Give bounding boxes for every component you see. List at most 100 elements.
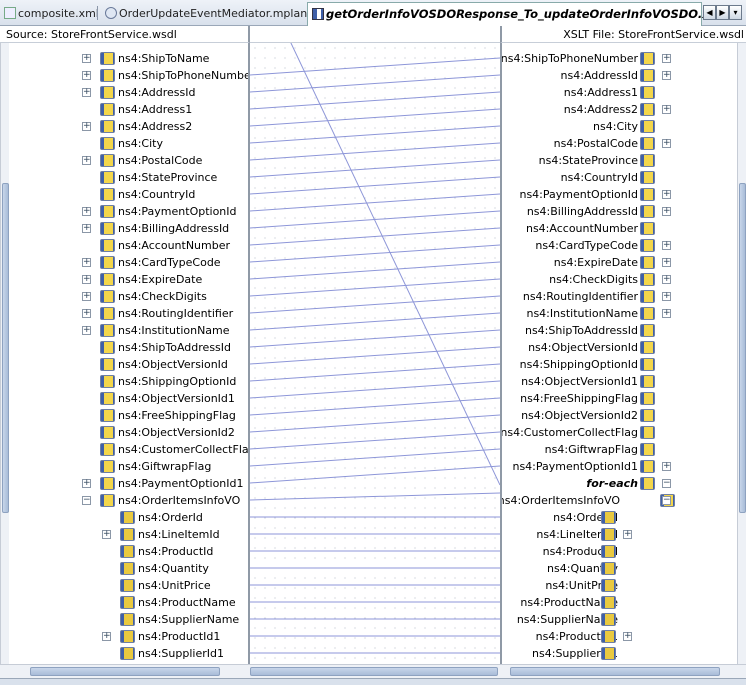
expand-icon[interactable]: +	[82, 122, 91, 131]
expand-icon[interactable]: +	[662, 275, 671, 284]
source-tree-row[interactable]: ns4:City	[0, 135, 248, 152]
source-tree-row[interactable]: + ns4:ShipToPhoneNumber	[0, 67, 248, 84]
target-tree-row[interactable]: ns4:Quantity	[502, 560, 738, 577]
target-tree-row[interactable]: ns4:AccountNumber	[502, 220, 738, 237]
collapse-icon[interactable]: −	[662, 479, 671, 488]
source-tree-row[interactable]: + ns4:InstitutionName	[0, 322, 248, 339]
source-tree-row[interactable]: ns4:ProductId	[0, 543, 248, 560]
source-tree-row[interactable]: ns4:CustomerCollectFlag	[0, 441, 248, 458]
target-tree-row[interactable]: ns4:CountryId	[502, 169, 738, 186]
target-tree-row[interactable]: ns4:Address1	[502, 84, 738, 101]
source-tree-row[interactable]: + ns4:BillingAddressId	[0, 220, 248, 237]
expand-icon[interactable]: +	[662, 190, 671, 199]
expand-icon[interactable]: +	[82, 71, 91, 80]
target-tree-row[interactable]: ns4:Address2 +	[502, 101, 738, 118]
target-tree-row[interactable]: ns4:LineItemId +	[502, 526, 738, 543]
source-tree-row[interactable]: + ns4:LineItemId	[0, 526, 248, 543]
collapse-icon[interactable]: −	[82, 496, 91, 505]
source-horizontal-scrollbar[interactable]	[0, 664, 250, 678]
target-tree-row[interactable]: ns4:ProductId1 +	[502, 628, 738, 645]
expand-icon[interactable]: +	[82, 258, 91, 267]
target-tree-row[interactable]: ns4:OrderId	[502, 509, 738, 526]
source-tree-row[interactable]: ns4:ObjectVersionId	[0, 356, 248, 373]
expand-icon[interactable]: +	[623, 530, 632, 539]
source-tree-row[interactable]: + ns4:AddressId	[0, 84, 248, 101]
source-tree-row[interactable]: ns4:ProductName	[0, 594, 248, 611]
target-tree-row[interactable]: ns4:FreeShippingFlag	[502, 390, 738, 407]
target-tree-row[interactable]: ns4:ShippingOptionId	[502, 356, 738, 373]
source-tree-row[interactable]: ns4:AccountNumber	[0, 237, 248, 254]
expand-icon[interactable]: +	[662, 462, 671, 471]
source-tree-row[interactable]: ns4:UnitPrice	[0, 577, 248, 594]
target-tree-row[interactable]: ns4:ObjectVersionId	[502, 339, 738, 356]
expand-icon[interactable]: +	[662, 309, 671, 318]
source-tree-row[interactable]: − ns4:OrderItemsInfoVO	[0, 492, 248, 509]
target-tree-row[interactable]: ns4:City	[502, 118, 738, 135]
source-tree-row[interactable]: ns4:ObjectVersionId1	[0, 390, 248, 407]
target-tree-row[interactable]: ns4:PaymentOptionId +	[502, 186, 738, 203]
target-tree-row[interactable]: ns4:BillingAddressId +	[502, 203, 738, 220]
scroll-thumb[interactable]	[250, 667, 498, 676]
target-vertical-scrollbar[interactable]	[737, 43, 746, 664]
source-tree-row[interactable]: + ns4:PaymentOptionId	[0, 203, 248, 220]
scroll-thumb[interactable]	[30, 667, 220, 676]
expand-icon[interactable]: +	[82, 224, 91, 233]
expand-icon[interactable]: +	[623, 632, 632, 641]
target-tree-row[interactable]: ns4:ProductId	[502, 543, 738, 560]
source-tree-row[interactable]: ns4:ShipToAddressId	[0, 339, 248, 356]
source-tree-row[interactable]: ns4:StateProvince	[0, 169, 248, 186]
target-tree-row[interactable]: ns4:CheckDigits +	[502, 271, 738, 288]
source-tree-row[interactable]: ns4:SupplierId1	[0, 645, 248, 662]
source-tree-row[interactable]: + ns4:Address2	[0, 118, 248, 135]
mapping-canvas[interactable]	[250, 43, 500, 664]
target-tree-row[interactable]: ns4:ProductName	[502, 594, 738, 611]
source-tree-row[interactable]: + ns4:CheckDigits	[0, 288, 248, 305]
source-tree-row[interactable]: ns4:OrderId	[0, 509, 248, 526]
expand-icon[interactable]: +	[662, 105, 671, 114]
expand-icon[interactable]: +	[82, 88, 91, 97]
tab-mediator[interactable]: OrderUpdateEventMediator.mplan	[101, 3, 311, 25]
expand-icon[interactable]: +	[82, 156, 91, 165]
target-tree-row[interactable]: ns4:CardTypeCode +	[502, 237, 738, 254]
target-tree-row[interactable]: ns4:GiftwrapFlag	[502, 441, 738, 458]
expand-icon[interactable]: +	[662, 139, 671, 148]
source-tree-row[interactable]: ns4:FreeShippingFlag	[0, 407, 248, 424]
target-tree-row[interactable]: ns4:ObjectVersionId2	[502, 407, 738, 424]
expand-icon[interactable]: +	[662, 207, 671, 216]
target-tree-row[interactable]: ns4:CustomerCollectFlag	[502, 424, 738, 441]
target-tree-row[interactable]: ns4:ShipToAddressId	[502, 322, 738, 339]
for-each-row[interactable]: for-each −	[502, 475, 738, 492]
target-tree-row[interactable]: ns4:SupplierName	[502, 611, 738, 628]
target-tree-row[interactable]: ns4:PaymentOptionId1 +	[502, 458, 738, 475]
expand-icon[interactable]: +	[82, 207, 91, 216]
expand-icon[interactable]: +	[82, 275, 91, 284]
source-tree-row[interactable]: ns4:CountryId	[0, 186, 248, 203]
source-tree-row[interactable]: + ns4:ShipToName	[0, 50, 248, 67]
tab-list-icon[interactable]: ▾	[729, 5, 742, 20]
expand-icon[interactable]: +	[82, 54, 91, 63]
source-tree-row[interactable]: + ns4:ExpireDate	[0, 271, 248, 288]
source-tree-row[interactable]: ns4:SupplierName	[0, 611, 248, 628]
expand-icon[interactable]: +	[662, 258, 671, 267]
source-tree-row[interactable]: ns4:ShippingOptionId	[0, 373, 248, 390]
target-tree-row[interactable]: ns4:StateProvince	[502, 152, 738, 169]
source-tree-row[interactable]: ns4:Address1	[0, 101, 248, 118]
expand-icon[interactable]: +	[82, 479, 91, 488]
expand-icon[interactable]: +	[102, 632, 111, 641]
target-tree-row[interactable]: ns4:PostalCode +	[502, 135, 738, 152]
target-tree-row[interactable]: ns4:SupplierId1	[502, 645, 738, 662]
source-tree-row[interactable]: + ns4:CardTypeCode	[0, 254, 248, 271]
scroll-thumb[interactable]	[739, 183, 746, 513]
tab-composite[interactable]: composite.xml	[0, 3, 103, 25]
source-tree-row[interactable]: ns4:Quantity	[0, 560, 248, 577]
nav-right-icon[interactable]: ▶	[716, 5, 729, 20]
target-tree-row[interactable]: ns4:OrderItemsInfoVO −	[502, 492, 738, 509]
target-tree-row[interactable]: ns4:ShipToPhoneNumber +	[502, 50, 738, 67]
target-tree-row[interactable]: ns4:RoutingIdentifier +	[502, 288, 738, 305]
target-horizontal-scrollbar[interactable]	[500, 664, 746, 678]
source-tree-row[interactable]: + ns4:ProductId1	[0, 628, 248, 645]
target-tree-row[interactable]: ns4:InstitutionName +	[502, 305, 738, 322]
target-tree-row[interactable]: ns4:AddressId +	[502, 67, 738, 84]
target-tree-row[interactable]: ns4:UnitPrice	[502, 577, 738, 594]
source-tree-row[interactable]: ns4:GiftwrapFlag	[0, 458, 248, 475]
